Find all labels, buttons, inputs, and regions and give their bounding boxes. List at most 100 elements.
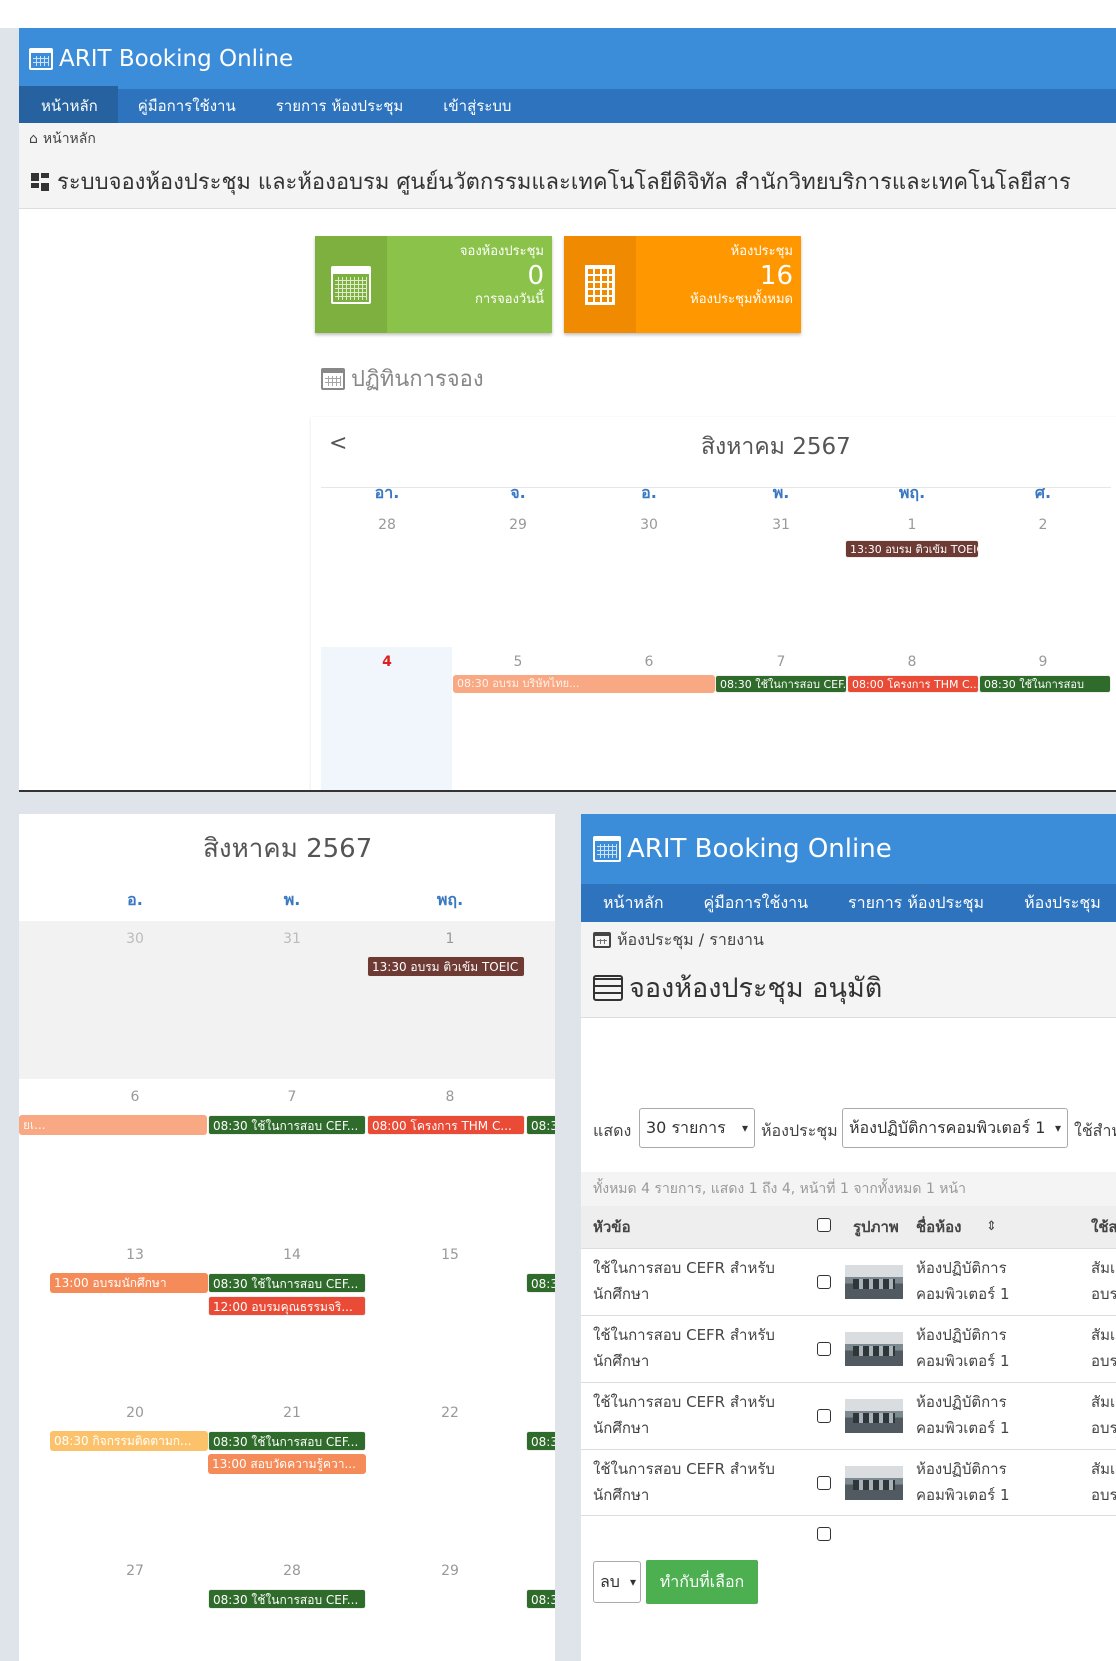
nav-manual[interactable]: คู่มือการใช้งาน <box>684 891 829 916</box>
event-chip[interactable]: 13:00 สอบวัดความรู้ควา... <box>208 1454 366 1474</box>
day-cell[interactable]: 14 <box>272 1247 312 1263</box>
day-cell[interactable]: 20 <box>115 1405 155 1421</box>
row-room: ห้องปฏิบัติการ <box>916 1460 1007 1478</box>
event-chip[interactable]: 08:30 ใช้ในการสอบ <box>979 675 1111 693</box>
weekday-mon: จ. <box>510 483 526 502</box>
brand-title[interactable]: ARIT Booking Online <box>59 46 293 72</box>
event-chip[interactable]: 08:00 โครงการ THM C... <box>847 675 979 693</box>
row-room: คอมพิวเตอร์ 1 <box>916 1285 1010 1303</box>
room-filter-select[interactable]: ห้องปฏิบัติการคอมพิวเตอร์ 1 ▾ <box>842 1108 1068 1148</box>
row-checkbox[interactable] <box>817 1476 831 1490</box>
card-total-rooms[interactable]: ห้องประชุม 16 ห้องประชุมทั้งหมด <box>564 236 801 333</box>
day-cell[interactable]: 31 <box>761 517 801 533</box>
table-row[interactable]: ใช้ในการสอบ CEFR สำหรับ นักศึกษา ห้องปฏิ… <box>581 1248 1116 1315</box>
row-room: คอมพิวเตอร์ 1 <box>916 1419 1010 1437</box>
row-checkbox[interactable] <box>817 1409 831 1423</box>
event-chip[interactable]: 08:3 <box>526 1589 555 1609</box>
event-chip[interactable]: 08:30 ใช้ในการสอบ CEF... <box>715 675 847 693</box>
day-cell[interactable]: 8 <box>892 654 932 670</box>
event-chip[interactable]: 08:30 ใช้ในการสอบ CEF... <box>208 1273 366 1293</box>
day-cell-today[interactable]: 4 <box>367 654 407 670</box>
page-title-bar: จองห้องประชุม อนุมัติ <box>581 958 1116 1018</box>
day-cell[interactable]: 7 <box>761 654 801 670</box>
row-topic: ใช้ในการสอบ CEFR สำหรับ <box>593 1326 775 1344</box>
apply-selected-button[interactable]: ทำกับที่เลือก <box>646 1560 758 1604</box>
table-row[interactable]: ใช้ในการสอบ CEFR สำหรับ นักศึกษา ห้องปฏิ… <box>581 1382 1116 1449</box>
col-user: ใช้ส <box>1091 1218 1116 1236</box>
event-chip[interactable]: 13:30 อบรม ติวเข้ม TOEIC <box>367 956 525 977</box>
nav-login[interactable]: เข้าสู่ระบบ <box>423 94 531 118</box>
prev-month-button[interactable]: < <box>329 431 347 456</box>
nav-manual[interactable]: คู่มือการใช้งาน <box>118 94 256 118</box>
nav-rooms[interactable]: ห้องประชุม <box>1004 891 1116 916</box>
day-cell[interactable]: 15 <box>430 1247 470 1263</box>
breadcrumb: ห้องประชุม / รายงาน <box>581 922 1116 958</box>
event-chip[interactable]: 08:30 กิจกรรมติดตามก... <box>50 1431 208 1451</box>
row-user: สัมเ <box>1091 1259 1116 1277</box>
day-cell[interactable]: 28 <box>272 1563 312 1579</box>
event-chip[interactable]: 12:00 อบรมคุณธรรมจริ... <box>208 1296 366 1316</box>
event-chip[interactable]: 08:3 <box>526 1273 555 1293</box>
row-user: สัมเ <box>1091 1393 1116 1411</box>
calendar-month: สิงหาคม 2567 <box>701 434 851 460</box>
table-row[interactable]: ใช้ในการสอบ CEFR สำหรับ นักศึกษา ห้องปฏิ… <box>581 1449 1116 1516</box>
event-chip[interactable]: 08:30 อบรม บริษัทไทย... <box>453 675 715 693</box>
booking-calendar: < สิงหาคม 2567 อา. จ. อ. พ. พฤ. ศ. 28 29… <box>311 417 1116 791</box>
footer-select-all-checkbox[interactable] <box>817 1527 831 1541</box>
day-cell[interactable]: 13 <box>115 1247 155 1263</box>
weekday-sun: อา. <box>374 483 400 502</box>
calendar-heading: ปฏิทินการจอง <box>321 361 484 396</box>
nav-home[interactable]: หน้าหลัก <box>19 86 118 126</box>
row-checkbox[interactable] <box>817 1342 831 1356</box>
nav-home[interactable]: หน้าหลัก <box>581 891 684 916</box>
day-cell[interactable]: 22 <box>430 1405 470 1421</box>
day-cell[interactable]: 9 <box>1023 654 1063 670</box>
event-chip[interactable]: 08:30 ใช้ในการสอบ CEF... <box>208 1431 366 1451</box>
event-chip[interactable]: 13:00 อบรมนักศึกษา <box>50 1273 208 1293</box>
room-filter-label: ห้องประชุม <box>761 1121 838 1140</box>
day-cell[interactable]: 28 <box>367 517 407 533</box>
day-cell[interactable]: 29 <box>498 517 538 533</box>
table-row[interactable]: ใช้ในการสอบ CEFR สำหรับ นักศึกษา ห้องปฏิ… <box>581 1315 1116 1382</box>
day-cell[interactable]: 31 <box>272 931 312 947</box>
col-topic[interactable]: หัวข้อ <box>593 1214 631 1240</box>
col-room[interactable]: ชื่อห้อง <box>916 1214 961 1240</box>
breadcrumb-home[interactable]: หน้าหลัก <box>43 128 96 150</box>
day-cell[interactable]: 30 <box>629 517 669 533</box>
event-chip[interactable]: 08:30 ใช้ในการสอบ CEF... <box>208 1115 366 1135</box>
day-cell[interactable]: 21 <box>272 1405 312 1421</box>
page-size-value: 30 รายการ <box>646 1118 726 1137</box>
day-cell[interactable]: 1 <box>892 517 932 533</box>
row-user: อบร <box>1091 1486 1116 1504</box>
event-chip[interactable]: 08:3 <box>526 1431 555 1451</box>
page-size-select[interactable]: 30 รายการ ▾ <box>639 1108 755 1148</box>
nav-room-list[interactable]: รายการ ห้องประชุม <box>256 94 424 118</box>
calendar-heading-text: ปฏิทินการจอง <box>351 367 484 392</box>
day-cell[interactable]: 5 <box>498 654 538 670</box>
event-chip[interactable]: 13:30 อบรม ติวเข้ม TOEIC <box>845 540 979 558</box>
dashboard-icon <box>31 172 49 191</box>
day-cell[interactable]: 30 <box>115 931 155 947</box>
brand-title[interactable]: ARIT Booking Online <box>627 834 892 864</box>
event-chip[interactable]: 08:30 ใช้ในการสอบ CEF... <box>208 1589 366 1609</box>
day-cell[interactable]: 1 <box>430 931 470 947</box>
event-chip[interactable]: 08:3 <box>526 1115 555 1135</box>
calendar-month: สิงหาคม 2567 <box>203 834 373 864</box>
sort-icon[interactable]: ⇕ <box>986 1214 997 1240</box>
card-today-bookings[interactable]: จองห้องประชุม 0 การจองวันนี้ <box>315 236 552 333</box>
day-cell[interactable]: 6 <box>115 1089 155 1105</box>
nav-room-list[interactable]: รายการ ห้องประชุม <box>828 891 1004 916</box>
select-all-checkbox[interactable] <box>817 1218 831 1232</box>
day-cell[interactable]: 27 <box>115 1563 155 1579</box>
row-checkbox[interactable] <box>817 1275 831 1289</box>
day-cell[interactable]: 8 <box>430 1089 470 1105</box>
day-cell[interactable]: 29 <box>430 1563 470 1579</box>
bulk-action-select[interactable]: ลบ ▾ <box>593 1561 641 1603</box>
day-cell[interactable]: 6 <box>629 654 669 670</box>
event-chip[interactable]: ยเ... <box>19 1115 207 1135</box>
event-chip[interactable]: 08:00 โครงการ THM C... <box>367 1115 525 1135</box>
day-cell[interactable]: 7 <box>272 1089 312 1105</box>
breadcrumb-text[interactable]: ห้องประชุม / รายงาน <box>617 928 764 953</box>
day-cell[interactable]: 2 <box>1023 517 1063 533</box>
page-title: ระบบจองห้องประชุม และห้องอบรม ศูนย์นวัตก… <box>57 170 1071 195</box>
